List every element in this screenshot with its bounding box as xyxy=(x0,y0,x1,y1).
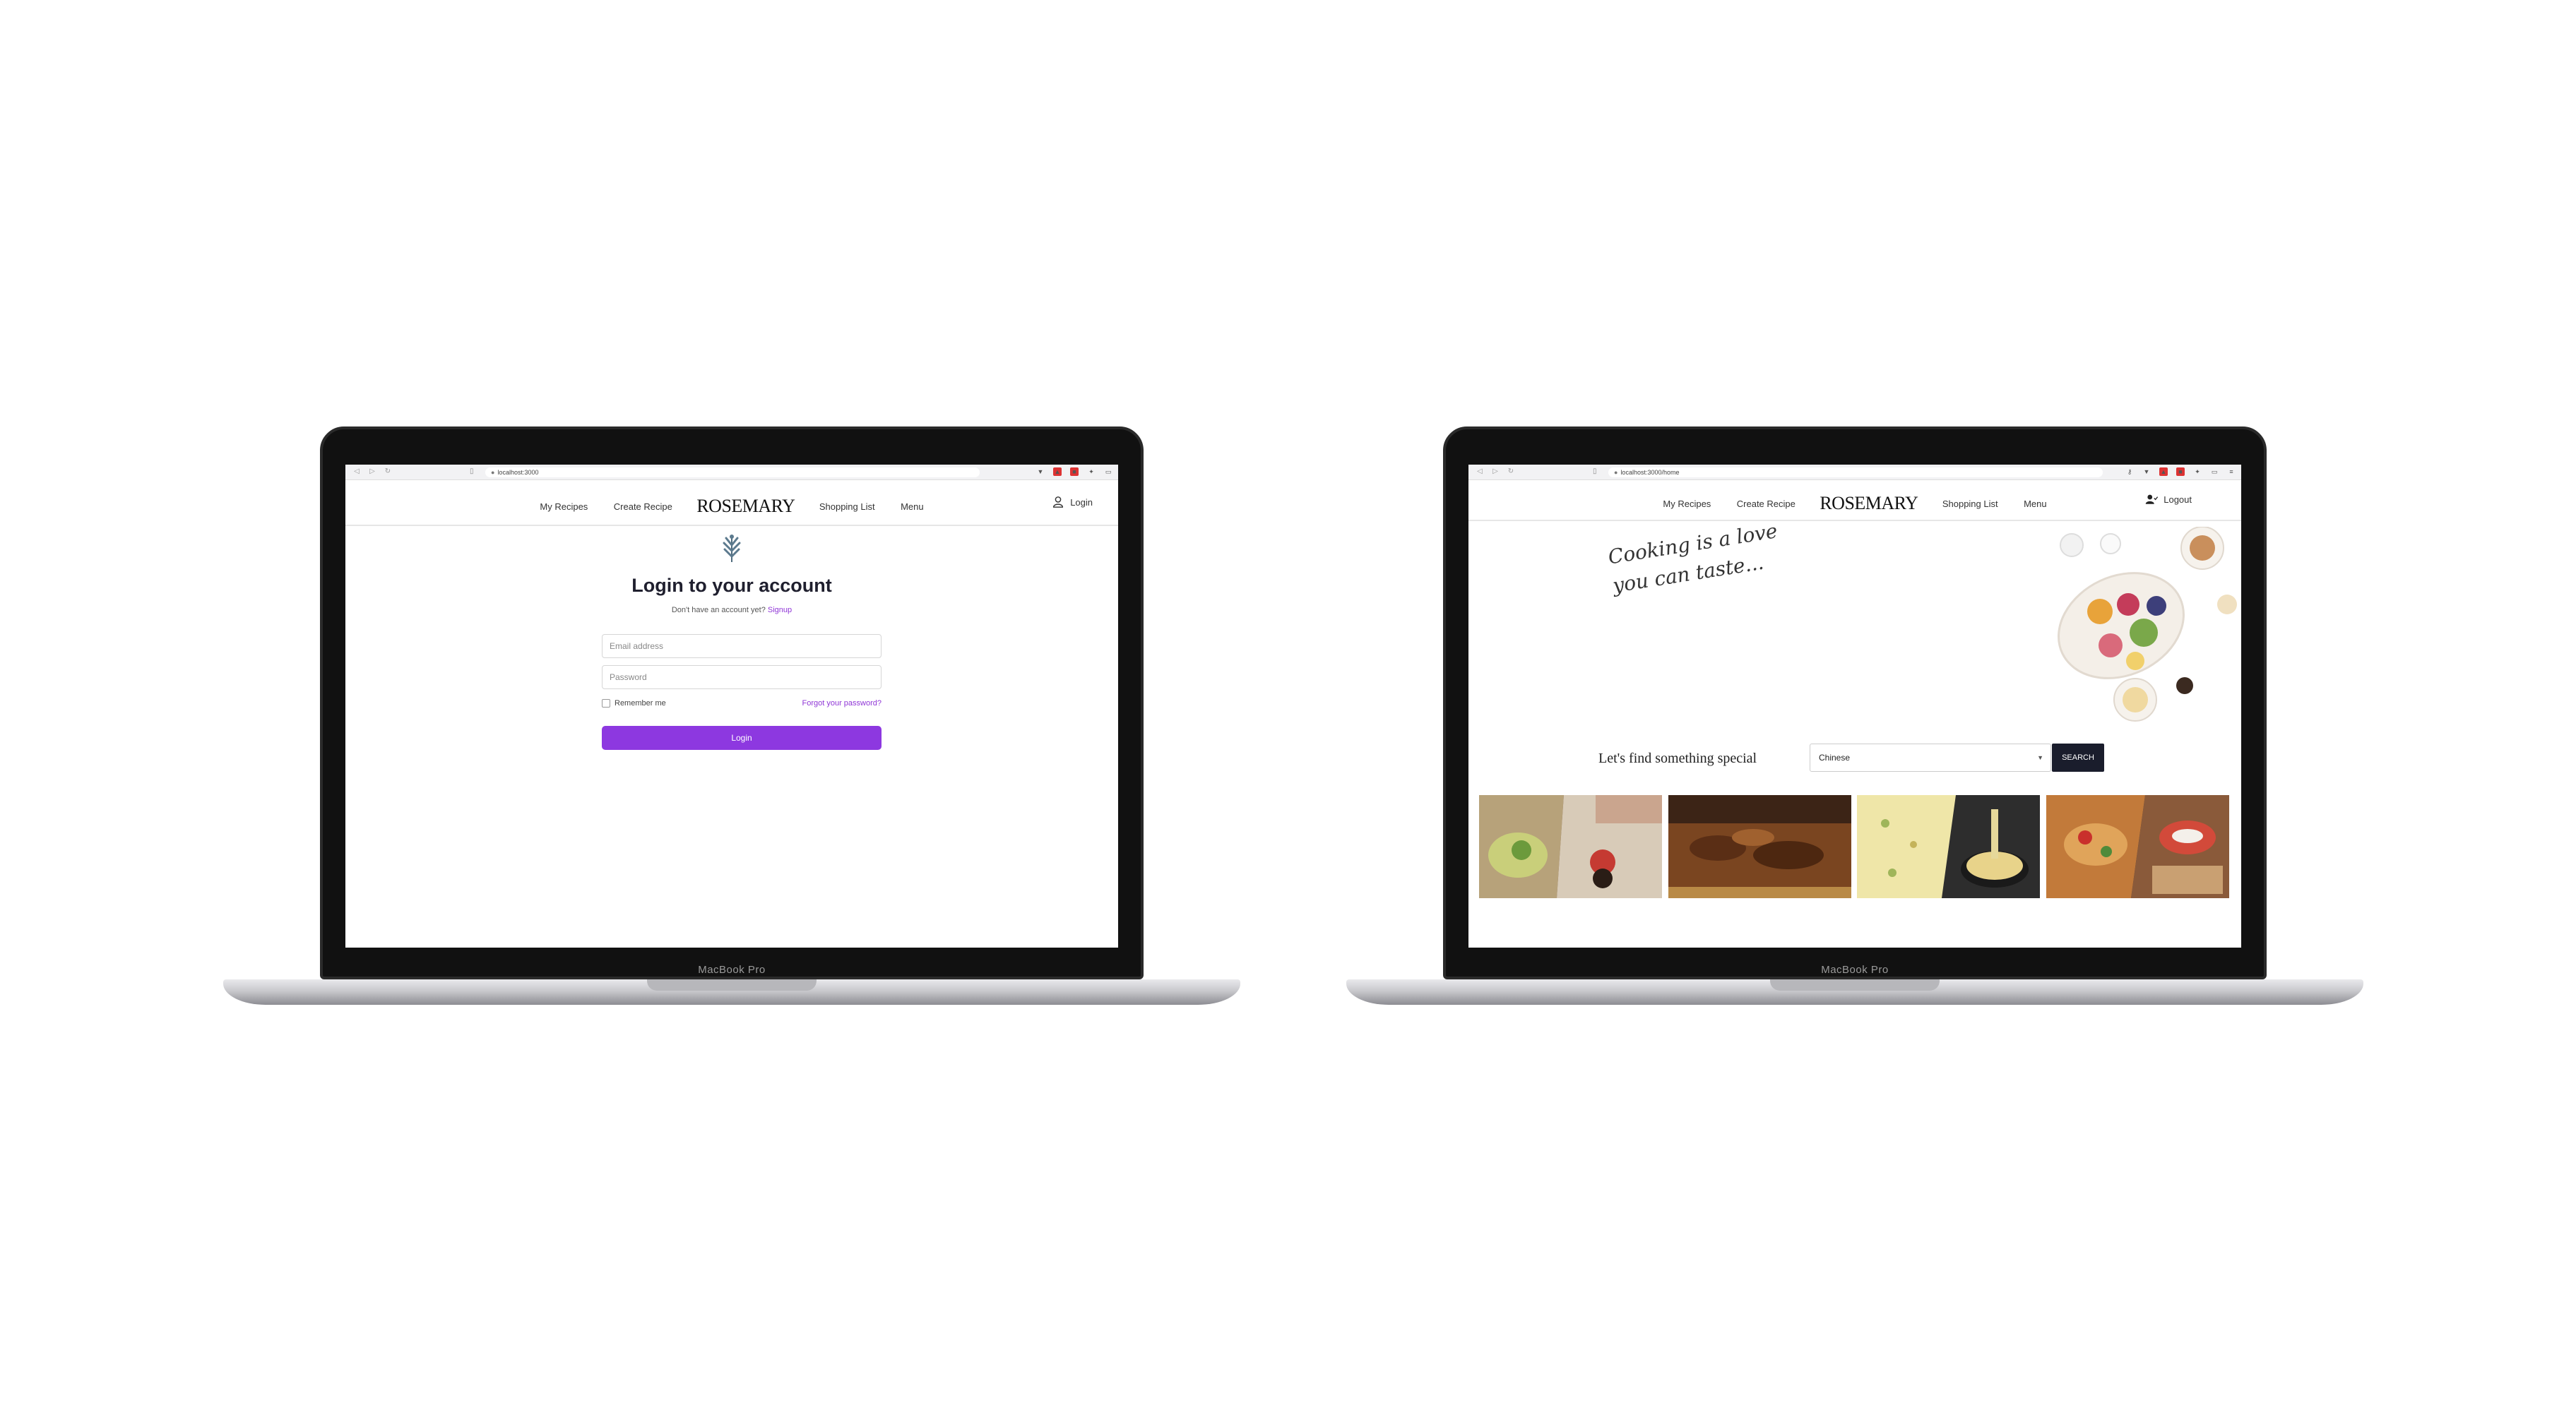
macbook-label: MacBook Pro xyxy=(1821,964,1889,976)
rewards-icon[interactable]: ▲ xyxy=(1053,467,1062,476)
brand-logo[interactable]: ROSEMARY xyxy=(1820,493,1918,514)
rewards-icon[interactable]: ▲ xyxy=(2159,467,2168,476)
main-nav: My Recipes Create Recipe ROSEMARY Shoppi… xyxy=(1468,493,2241,514)
logout-link[interactable]: Logout xyxy=(2145,493,2192,506)
site-header: My Recipes Create Recipe ROSEMARY Shoppi… xyxy=(345,480,1118,526)
reload-icon[interactable]: ↻ xyxy=(1507,467,1515,475)
cuisine-select-value: Chinese xyxy=(1819,753,1851,763)
brand-logo[interactable]: ROSEMARY xyxy=(696,496,795,517)
remember-me-checkbox[interactable] xyxy=(602,699,610,708)
url-text: localhost:3000/home xyxy=(1620,469,1680,476)
nav-menu[interactable]: Menu xyxy=(901,501,924,512)
bookmark-icon[interactable]: ▯ xyxy=(1593,467,1597,475)
signup-prompt: Don't have an account yet? Signup xyxy=(345,606,1118,614)
url-text: localhost:3000 xyxy=(497,469,539,476)
nav-shopping-list[interactable]: Shopping List xyxy=(819,501,875,512)
reload-icon[interactable]: ↻ xyxy=(384,467,392,475)
macbook-label: MacBook Pro xyxy=(698,964,766,976)
key-icon[interactable]: ⚷ xyxy=(2125,467,2134,476)
rosemary-sprig-icon xyxy=(723,535,741,562)
recipe-card-image[interactable] xyxy=(1668,795,1851,898)
browser-toolbar: ◁ ▷ ↻ ▯ ● localhost:3000/home ⚷ ▼ ▲ ■ ✦ ▭… xyxy=(1468,465,2241,480)
nav-menu[interactable]: Menu xyxy=(2024,499,2047,509)
forward-icon[interactable]: ▷ xyxy=(1491,467,1500,475)
laptop-lid: ◁ ▷ ↻ ▯ ● localhost:3000/home ⚷ ▼ ▲ ■ ✦ ▭… xyxy=(1443,426,2267,979)
signup-link[interactable]: Signup xyxy=(768,606,792,614)
address-bar[interactable]: ● localhost:3000/home xyxy=(1608,467,2103,477)
search-button[interactable]: SEARCH xyxy=(2052,744,2104,772)
laptop-login: ◁ ▷ ↻ ▯ ● localhost:3000 ▼ ▲ ■ ✦ ▭ My Re… xyxy=(223,426,1240,1016)
hero-food-image xyxy=(1966,527,2241,728)
user-check-icon xyxy=(2145,494,2159,504)
menu-icon[interactable]: ≡ xyxy=(2227,467,2236,476)
logout-link-label: Logout xyxy=(2164,494,2192,505)
puzzle-icon[interactable]: ✦ xyxy=(2193,467,2202,476)
laptop-home: ◁ ▷ ↻ ▯ ● localhost:3000/home ⚷ ▼ ▲ ■ ✦ ▭… xyxy=(1346,426,2363,1016)
email-field[interactable]: Email address xyxy=(602,634,882,658)
remember-row: Remember me Forgot your password? xyxy=(602,699,882,710)
window-icon[interactable]: ▭ xyxy=(2210,467,2219,476)
address-bar[interactable]: ● localhost:3000 xyxy=(485,467,980,477)
nav-create-recipe[interactable]: Create Recipe xyxy=(614,501,672,512)
bookmark-icon[interactable]: ▯ xyxy=(470,467,474,475)
info-icon: ● xyxy=(1614,469,1618,476)
user-icon xyxy=(1053,496,1064,508)
back-icon[interactable]: ◁ xyxy=(1476,467,1484,475)
cuisine-select[interactable]: Chinese ▼ xyxy=(1810,744,2051,772)
browser-toolbar: ◁ ▷ ↻ ▯ ● localhost:3000 ▼ ▲ ■ ✦ ▭ xyxy=(345,465,1118,480)
nav-create-recipe[interactable]: Create Recipe xyxy=(1737,499,1796,509)
login-screen: ◁ ▷ ↻ ▯ ● localhost:3000 ▼ ▲ ■ ✦ ▭ My Re… xyxy=(345,465,1118,948)
extension-icons: ▼ ▲ ■ ✦ ▭ xyxy=(1036,467,1112,476)
main-nav: My Recipes Create Recipe ROSEMARY Shoppi… xyxy=(345,496,1118,517)
search-row: Let's find something special Chinese ▼ S… xyxy=(1468,744,2241,772)
chevron-down-icon: ▼ xyxy=(2037,754,2043,761)
forgot-password-link[interactable]: Forgot your password? xyxy=(802,699,882,708)
forward-icon[interactable]: ▷ xyxy=(368,467,376,475)
login-title: Login to your account xyxy=(631,575,832,596)
remember-me-label[interactable]: Remember me xyxy=(615,699,666,708)
login-link-label: Login xyxy=(1070,496,1093,508)
extension-red-icon[interactable]: ■ xyxy=(1070,467,1079,476)
extension-red-icon[interactable]: ■ xyxy=(2176,467,2185,476)
extension-icons: ⚷ ▼ ▲ ■ ✦ ▭ ≡ xyxy=(2125,467,2236,476)
laptop-notch xyxy=(1770,979,1940,991)
hero-tagline: Cooking is a love you can taste... xyxy=(1606,517,1784,600)
laptop-lid: ◁ ▷ ↻ ▯ ● localhost:3000 ▼ ▲ ■ ✦ ▭ My Re… xyxy=(320,426,1144,979)
info-icon: ● xyxy=(491,469,495,476)
recipe-card-image[interactable] xyxy=(1857,795,2040,898)
search-heading: Let's find something special xyxy=(1598,751,1757,766)
site-header: My Recipes Create Recipe ROSEMARY Shoppi… xyxy=(1468,480,2241,521)
login-button[interactable]: Login xyxy=(602,726,882,750)
back-icon[interactable]: ◁ xyxy=(352,467,361,475)
puzzle-icon[interactable]: ✦ xyxy=(1087,467,1096,476)
password-field[interactable]: Password xyxy=(602,665,882,689)
laptop-notch xyxy=(647,979,817,991)
signup-prompt-text: Don't have an account yet? xyxy=(671,606,766,614)
nav-my-recipes[interactable]: My Recipes xyxy=(1663,499,1711,509)
window-icon[interactable]: ▭ xyxy=(1104,467,1112,476)
brave-shield-icon[interactable]: ▼ xyxy=(2142,467,2151,476)
recipe-card-image[interactable] xyxy=(1479,795,1662,898)
nav-shopping-list[interactable]: Shopping List xyxy=(1942,499,1998,509)
home-screen: ◁ ▷ ↻ ▯ ● localhost:3000/home ⚷ ▼ ▲ ■ ✦ ▭… xyxy=(1468,465,2241,948)
login-link[interactable]: Login xyxy=(1052,496,1093,508)
brave-shield-icon[interactable]: ▼ xyxy=(1036,467,1045,476)
recipe-card-image[interactable] xyxy=(2046,795,2229,898)
nav-my-recipes[interactable]: My Recipes xyxy=(540,501,588,512)
